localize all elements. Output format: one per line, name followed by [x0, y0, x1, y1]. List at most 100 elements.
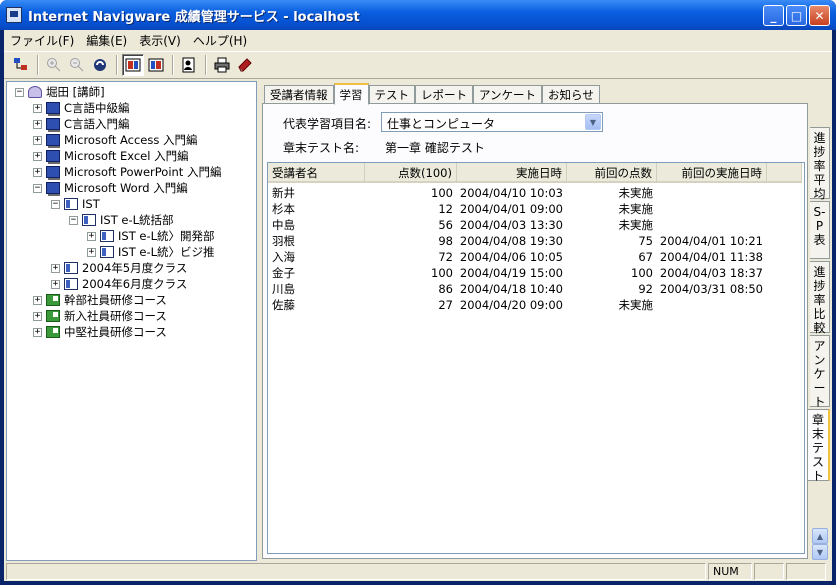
collapse-icon[interactable]: −: [51, 199, 60, 209]
tree-label: C言語中級編: [64, 101, 130, 115]
expand-icon[interactable]: +: [33, 119, 42, 129]
menu-help[interactable]: ヘルプ(H): [187, 32, 253, 49]
course-icon: [46, 150, 60, 164]
table-row[interactable]: 新井 100 2004/04/10 10:03 未実施: [268, 185, 767, 201]
title-bar[interactable]: Internet Navigware 成績管理サービス - localhost …: [0, 0, 836, 30]
table-row[interactable]: 杉本 12 2004/04/01 09:00 未実施: [268, 201, 767, 217]
collapse-icon[interactable]: −: [33, 183, 42, 193]
view-left-icon[interactable]: [122, 54, 144, 76]
expand-icon[interactable]: +: [87, 231, 96, 241]
cell-student: 川島: [272, 282, 295, 296]
tree-node-class[interactable]: − IST: [51, 196, 100, 212]
cell-date: 2004/04/08 19:30: [459, 234, 563, 248]
table-row[interactable]: 川島 86 2004/04/18 10:40 92 2004/03/31 08:…: [268, 281, 767, 297]
expand-icon[interactable]: +: [33, 167, 42, 177]
col-prev-date[interactable]: 前回の実施日時: [657, 163, 767, 182]
tree-node-class[interactable]: + 2004年6月度クラス: [51, 276, 187, 292]
tree-node-class[interactable]: + IST e-L統〉開発部: [87, 228, 215, 244]
table-row[interactable]: 羽根 98 2004/04/08 19:30 75 2004/04/01 10:…: [268, 233, 767, 249]
scroll-down-icon[interactable]: ▼: [812, 544, 828, 560]
side-tab-questionnaire[interactable]: アンケート: [810, 335, 830, 409]
scroll-up-icon[interactable]: ▲: [812, 528, 828, 544]
expand-icon[interactable]: +: [33, 295, 42, 305]
tab-questionnaire[interactable]: アンケート: [473, 85, 543, 104]
table-row[interactable]: 入海 72 2004/04/06 10:05 67 2004/04/01 11:…: [268, 249, 767, 265]
book-icon[interactable]: [234, 54, 256, 76]
tree-node-class[interactable]: + IST e-L統〉ビジ推: [87, 244, 215, 260]
menu-file[interactable]: ファイル(F): [4, 32, 80, 49]
col-score[interactable]: 点数(100): [365, 163, 457, 182]
tree-node-group[interactable]: + 幹部社員研修コース: [33, 292, 167, 308]
close-button[interactable]: ✕: [809, 5, 830, 26]
expand-icon[interactable]: +: [87, 247, 96, 257]
cell-date: 2004/04/19 15:00: [459, 266, 563, 280]
tree-node-group[interactable]: + 新入社員研修コース: [33, 308, 167, 324]
expand-icon[interactable]: +: [51, 279, 60, 289]
resize-grip[interactable]: [786, 563, 826, 580]
cell-prev-score: 未実施: [618, 186, 654, 200]
view-right-icon[interactable]: [145, 54, 167, 76]
tree-node-class[interactable]: − IST e-L統括部: [69, 212, 174, 228]
zoom-in-icon[interactable]: [43, 54, 65, 76]
tree-node-group[interactable]: + 中堅社員研修コース: [33, 324, 167, 340]
tree-label: IST e-L統〉ビジ推: [118, 245, 215, 259]
learning-panel: 代表学習項目名: 仕事とコンピュータ ▼ 章末テスト名: 第一章 確認テスト 受…: [262, 103, 808, 559]
tree-label: 中堅社員研修コース: [64, 325, 167, 339]
results-table[interactable]: 受講者名 点数(100) 実施日時 前回の点数 前回の実施日時 新井 100 2…: [267, 162, 805, 554]
tree-node-course[interactable]: + Microsoft PowerPoint 入門編: [33, 164, 221, 180]
cell-student: 入海: [272, 250, 295, 264]
cell-prev-score: 未実施: [618, 218, 654, 232]
expand-icon[interactable]: +: [33, 103, 42, 113]
col-student[interactable]: 受講者名: [268, 163, 365, 182]
zoom-out-icon[interactable]: [66, 54, 88, 76]
table-row[interactable]: 佐藤 27 2004/04/20 09:00 未実施: [268, 297, 767, 313]
tab-test[interactable]: テスト: [368, 85, 415, 104]
side-tab-progress-compare[interactable]: 進捗率比較: [810, 261, 830, 335]
col-prev-score[interactable]: 前回の点数: [567, 163, 657, 182]
tree-node-course[interactable]: + Microsoft Excel 入門編: [33, 148, 189, 164]
tree-node-course[interactable]: + Microsoft Access 入門編: [33, 132, 198, 148]
expand-icon[interactable]: +: [33, 311, 42, 321]
side-tab-sp-chart[interactable]: S-P表: [810, 201, 830, 259]
col-date[interactable]: 実施日時: [457, 163, 567, 182]
tree-icon[interactable]: [10, 54, 32, 76]
toolbar-separator: [116, 55, 118, 75]
table-row[interactable]: 金子 100 2004/04/19 15:00 100 2004/04/03 1…: [268, 265, 767, 281]
tree-label: 2004年6月度クラス: [82, 277, 188, 291]
refresh-icon[interactable]: [89, 54, 111, 76]
tree-node-course[interactable]: + C言語入門編: [33, 116, 130, 132]
tree-node-class[interactable]: + 2004年5月度クラス: [51, 260, 187, 276]
learning-item-select[interactable]: 仕事とコンピュータ ▼: [381, 112, 603, 132]
tab-report[interactable]: レポート: [415, 85, 473, 104]
expand-icon[interactable]: +: [33, 151, 42, 161]
course-icon: [46, 182, 60, 196]
cell-score: 100: [431, 266, 453, 280]
collapse-icon[interactable]: −: [69, 215, 78, 225]
expand-icon[interactable]: +: [33, 327, 42, 337]
side-tab-progress-average[interactable]: 進捗率平均: [810, 127, 830, 201]
tree-node-course[interactable]: + C言語中級編: [33, 100, 130, 116]
table-row[interactable]: 中島 56 2004/04/03 13:30 未実施: [268, 217, 767, 233]
menu-edit[interactable]: 編集(E): [80, 32, 133, 49]
collapse-icon[interactable]: −: [15, 87, 24, 97]
menu-view[interactable]: 表示(V): [133, 32, 187, 49]
course-tree[interactable]: − 堀田 [講師] + C言語中級編 + C言語入門編 + Microsoft …: [6, 81, 257, 561]
expand-icon[interactable]: +: [51, 263, 60, 273]
tab-learning[interactable]: 学習: [333, 83, 369, 105]
print-icon[interactable]: [211, 54, 233, 76]
chevron-down-icon[interactable]: ▼: [585, 114, 601, 130]
expand-icon[interactable]: +: [33, 135, 42, 145]
tab-student-info[interactable]: 受講者情報: [264, 85, 334, 104]
tree-node-root[interactable]: − 堀田 [講師]: [15, 84, 105, 100]
cell-prev-date: 2004/04/01 10:21: [659, 234, 763, 248]
tree-node-course[interactable]: − Microsoft Word 入門編: [33, 180, 188, 196]
find-user-icon[interactable]: [178, 54, 200, 76]
app-window: Internet Navigware 成績管理サービス - localhost …: [0, 0, 836, 585]
maximize-button[interactable]: □: [786, 5, 807, 26]
class-icon: [82, 214, 96, 226]
minimize-button[interactable]: _: [763, 5, 784, 26]
side-tab-chapter-test[interactable]: 章末テスト: [808, 409, 830, 483]
tab-notice[interactable]: お知らせ: [542, 85, 600, 104]
cell-student: 中島: [272, 218, 295, 232]
cell-prev-date: 2004/03/31 08:50: [659, 282, 763, 296]
